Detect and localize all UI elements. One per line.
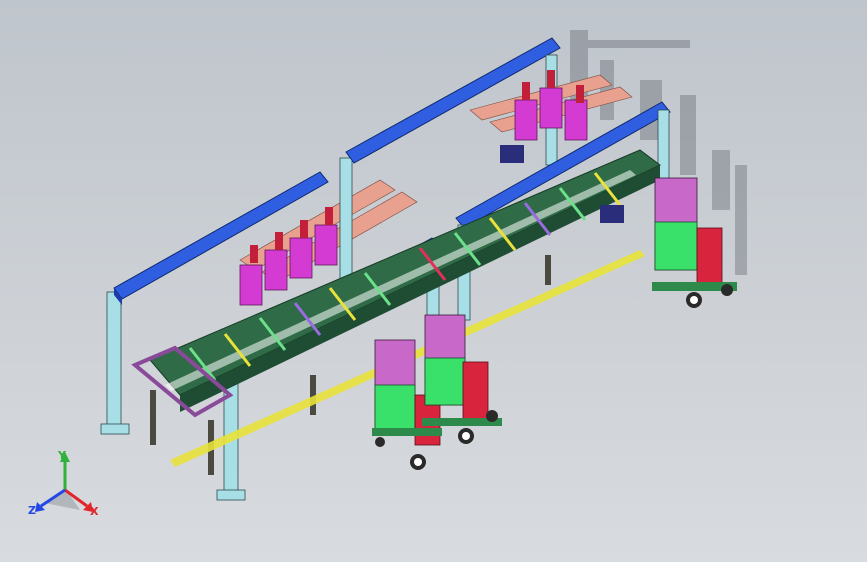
x-axis-label: X xyxy=(90,505,99,518)
y-axis-label: Y xyxy=(58,449,66,462)
assembly-model[interactable] xyxy=(0,0,867,562)
z-axis-label: Z xyxy=(28,504,36,517)
cad-viewport[interactable]: Y X Z xyxy=(0,0,867,562)
welding-machine-cart-2 xyxy=(422,314,502,444)
